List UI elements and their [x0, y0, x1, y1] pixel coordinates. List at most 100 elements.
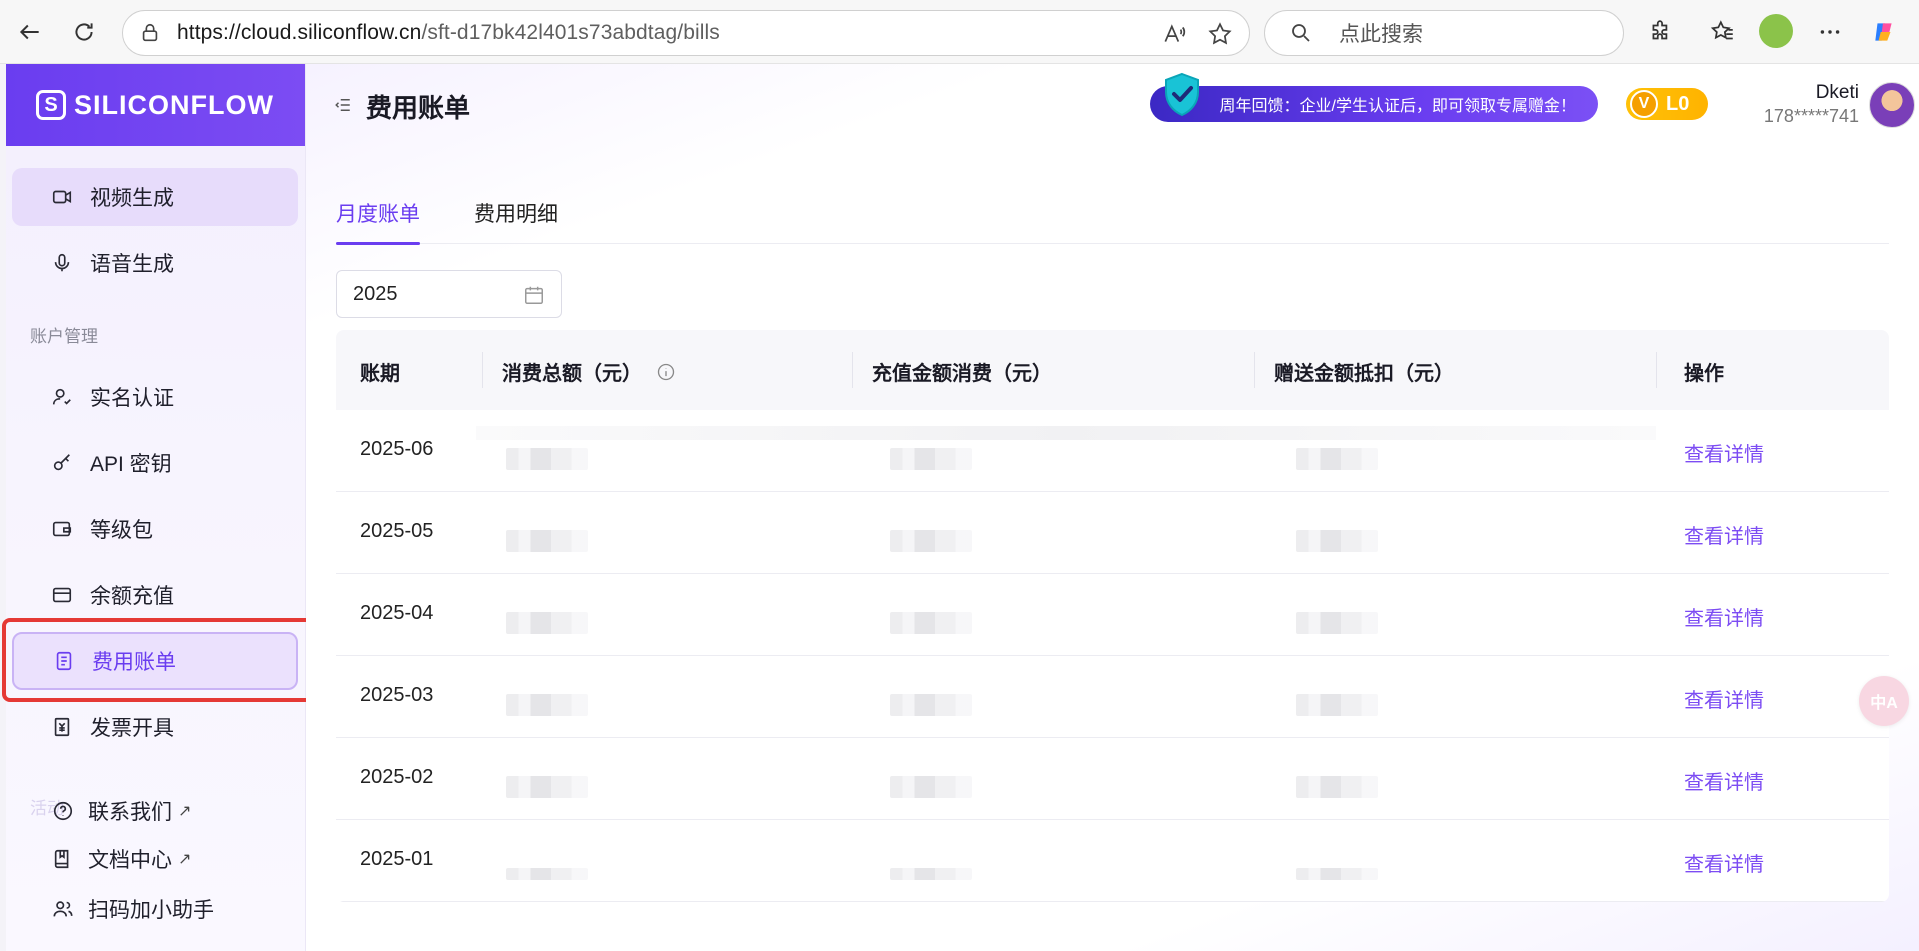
browser-profile-avatar[interactable] [1759, 14, 1793, 48]
redacted-recharge [890, 868, 972, 880]
column-divider [482, 352, 483, 388]
table-row: 2025-05 查看详情 [336, 492, 1889, 574]
help-circle-icon [53, 801, 73, 821]
back-button[interactable] [10, 12, 50, 52]
level-badge[interactable]: V L0 [1626, 88, 1708, 120]
year-picker[interactable]: 2025 [336, 270, 562, 318]
cell-period: 2025-02 [360, 766, 434, 788]
table-row: 2025-01 查看详情 [336, 820, 1889, 902]
table-row: 2025-02 查看详情 [336, 738, 1889, 820]
refresh-button[interactable] [64, 12, 104, 52]
redacted-recharge [890, 530, 972, 552]
table-row: 2025-03 查看详情 [336, 656, 1889, 738]
column-divider [1656, 352, 1657, 388]
sidebar-item-label: 视频生成 [90, 187, 174, 210]
search-icon [1292, 24, 1310, 42]
view-details-link[interactable]: 查看详情 [1684, 766, 1764, 795]
active-tab-indicator [336, 242, 420, 245]
favorites-list-icon [1710, 20, 1733, 40]
sidebar-item-label: 等级包 [90, 519, 153, 542]
table-row: 2025-04 查看详情 [336, 574, 1889, 656]
sidebar-item-level-pack[interactable]: 等级包 [12, 500, 298, 558]
redacted-total [506, 776, 588, 798]
sidebar-item-label: 费用账单 [92, 651, 176, 674]
collapse-sidebar-icon[interactable] [334, 96, 352, 114]
sidebar-link-assistant[interactable]: 扫码加小助手 [52, 894, 214, 924]
column-divider [1254, 352, 1255, 388]
redacted-gift [1296, 612, 1378, 634]
sidebar-link-label: 联系我们 [88, 801, 172, 824]
sidebar-item-api-key[interactable]: API 密钥 [12, 434, 298, 492]
sidebar-item-label: 余额充值 [90, 585, 174, 608]
favorites-button[interactable] [1705, 14, 1741, 50]
cell-period: 2025-03 [360, 684, 434, 706]
view-details-link[interactable]: 查看详情 [1684, 520, 1764, 549]
browser-search-box[interactable]: 点此搜索 [1264, 10, 1624, 56]
table-header: 账期 消费总额（元） 充值金额消费（元） 赠送金额抵扣（元） 操作 [336, 330, 1889, 410]
sidebar-item-audio[interactable]: 语音生成 [12, 234, 298, 292]
tab-cost-details[interactable]: 费用明细 [474, 198, 558, 228]
users-icon [53, 901, 73, 917]
tab-bar [336, 180, 1889, 244]
promo-banner[interactable]: 周年回馈：企业/学生认证后，即可领取专属赠金！ [1150, 72, 1598, 122]
sidebar-link-contact[interactable]: 联系我们 ↗ [52, 796, 191, 826]
sidebar-item-recharge[interactable]: 余额充值 [12, 566, 298, 624]
column-header-action: 操作 [1684, 363, 1724, 385]
read-aloud-icon[interactable] [1161, 21, 1187, 47]
url-host: https://cloud.siliconflow.cn [177, 21, 422, 44]
sidebar: S SILICONFLOW 视频生成 语音生成 账户管理 实名认证 API 密钥… [2, 64, 330, 951]
main-content: 费用账单 周年回馈：企业/学生认证后，即可领取专属赠金！ V L0 Dketi … [306, 64, 1919, 951]
copilot-button[interactable] [1866, 14, 1902, 50]
redacted-total [506, 448, 588, 470]
info-icon[interactable] [656, 362, 676, 382]
sidebar-link-label: 扫码加小助手 [88, 899, 214, 922]
extensions-button[interactable] [1643, 14, 1679, 50]
promo-text: 周年回馈：企业/学生认证后，即可领取专属赠金！ [1219, 98, 1576, 115]
sidebar-item-bills[interactable]: 费用账单 [12, 632, 298, 690]
sidebar-item-verify[interactable]: 实名认证 [12, 368, 298, 426]
section-label-account: 账户管理 [30, 327, 98, 346]
top-header: 费用账单 周年回馈：企业/学生认证后，即可领取专属赠金！ V L0 Dketi … [306, 64, 1919, 146]
redacted-gift [1296, 694, 1378, 716]
brand-logo-letter: S [44, 94, 58, 116]
key-icon [50, 451, 74, 475]
shield-check-icon [1165, 72, 1199, 117]
page-title: 费用账单 [366, 93, 471, 123]
sidebar-link-docs[interactable]: 文档中心 ↗ [52, 844, 191, 874]
vip-icon: V [1630, 90, 1658, 118]
tab-monthly-bill[interactable]: 月度账单 [336, 198, 420, 228]
column-header-period: 账期 [360, 363, 400, 385]
redacted-total [506, 612, 588, 634]
brand-logo-icon: S [36, 90, 66, 120]
redacted-total [506, 530, 588, 552]
sidebar-item-label: 实名认证 [90, 387, 174, 410]
sidebar-item-video[interactable]: 视频生成 [12, 168, 298, 226]
brand-name: SILICONFLOW [74, 89, 274, 120]
view-details-link[interactable]: 查看详情 [1684, 684, 1764, 713]
view-details-link[interactable]: 查看详情 [1684, 602, 1764, 631]
column-header-recharge-spend: 充值金额消费（元） [872, 363, 1052, 385]
invoice-icon [50, 715, 74, 739]
cell-period: 2025-06 [360, 438, 434, 460]
view-details-link[interactable]: 查看详情 [1684, 848, 1764, 877]
sidebar-item-invoice[interactable]: 发票开具 [12, 698, 298, 756]
card-icon [50, 583, 74, 607]
external-arrow-icon: ↗ [178, 803, 192, 820]
brand-header[interactable]: S SILICONFLOW [6, 64, 305, 146]
view-details-link[interactable]: 查看详情 [1684, 438, 1764, 467]
column-header-gift-deduct: 赠送金额抵扣（元） [1274, 363, 1454, 385]
browser-toolbar: https://cloud.siliconflow.cn/sft-d17bk42… [0, 0, 1919, 64]
favorite-star-icon[interactable] [1207, 21, 1233, 47]
address-bar[interactable]: https://cloud.siliconflow.cn/sft-d17bk42… [122, 10, 1250, 56]
user-avatar[interactable] [1869, 82, 1915, 128]
book-icon [54, 849, 69, 869]
microphone-icon [50, 251, 74, 275]
url-text: https://cloud.siliconflow.cn/sft-d17bk42… [177, 21, 720, 45]
calendar-icon [525, 286, 543, 304]
table-row: 2025-06 查看详情 [336, 410, 1889, 492]
column-divider [852, 352, 853, 388]
more-menu-button[interactable] [1812, 14, 1848, 50]
external-arrow-icon: ↗ [178, 851, 192, 868]
translate-bubble-icon[interactable]: 中A [1859, 676, 1909, 726]
sidebar-item-label: API 密钥 [90, 453, 172, 476]
